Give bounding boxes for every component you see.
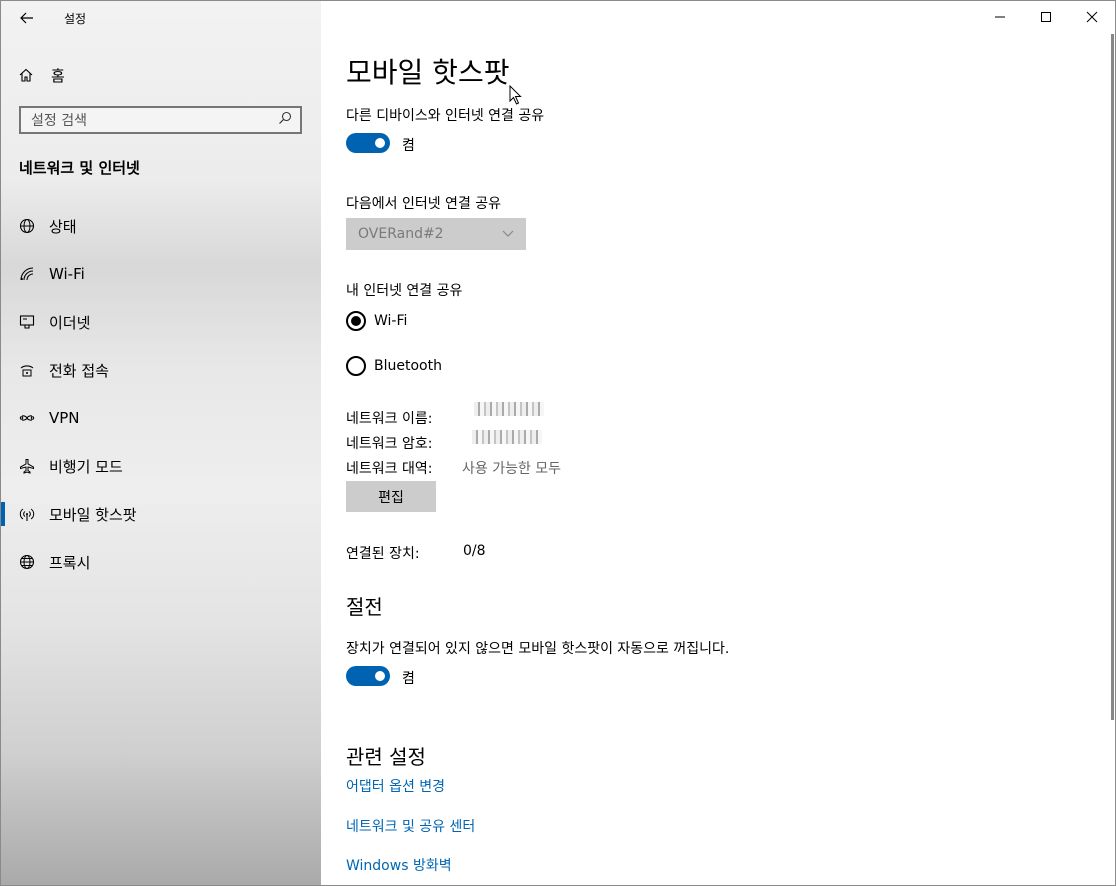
share-over-label: 내 인터넷 연결 공유 <box>346 283 463 299</box>
sidebar-item-airplane[interactable]: 비행기 모드 <box>1 446 321 486</box>
sidebar-item-label: 비행기 모드 <box>49 457 123 476</box>
app-title: 설정 <box>64 12 87 26</box>
sidebar-item-status[interactable]: 상태 <box>1 206 321 246</box>
scrollbar[interactable] <box>1111 34 1114 720</box>
related-settings-title: 관련 설정 <box>346 745 426 769</box>
network-name-value-redacted <box>474 402 544 416</box>
radio-bluetooth-label: Bluetooth <box>374 358 442 374</box>
share-from-label: 다음에서 인터넷 연결 공유 <box>346 196 502 212</box>
back-arrow-icon[interactable] <box>15 7 39 29</box>
share-from-dropdown[interactable]: OVERand#2 <box>346 218 526 250</box>
radio-wifi[interactable] <box>346 311 366 331</box>
network-band-label: 네트워크 대역: <box>346 461 433 477</box>
link-adapter-options[interactable]: 어댑터 옵션 변경 <box>346 776 445 796</box>
power-saving-desc: 장치가 연결되어 있지 않으면 모바일 핫스팟이 자동으로 꺼집니다. <box>346 641 730 657</box>
power-saving-title: 절전 <box>346 595 383 619</box>
sidebar-item-label: 상태 <box>49 217 77 236</box>
power-saving-toggle-state: 켬 <box>402 671 415 687</box>
search-placeholder: 설정 검색 <box>31 113 87 129</box>
hotspot-icon <box>18 505 36 523</box>
sidebar-item-wifi[interactable]: Wi-Fi <box>1 254 321 294</box>
search-icon <box>278 111 292 129</box>
link-network-sharing-center[interactable]: 네트워크 및 공유 센터 <box>346 816 475 836</box>
dialup-icon <box>18 361 36 379</box>
globe-proxy-icon <box>18 553 36 571</box>
link-windows-firewall[interactable]: Windows 방화벽 <box>346 855 452 875</box>
sidebar-item-label: 프록시 <box>49 553 91 572</box>
sidebar-item-dialup[interactable]: 전화 접속 <box>1 350 321 390</box>
radio-bluetooth[interactable] <box>346 356 366 376</box>
airplane-icon <box>18 457 36 475</box>
sidebar-item-vpn[interactable]: VPN <box>1 398 321 438</box>
sidebar-item-label: 이더넷 <box>49 313 91 332</box>
globe-status-icon <box>18 217 36 235</box>
connected-devices-value: 0/8 <box>463 543 486 559</box>
edit-button[interactable]: 편집 <box>346 481 436 512</box>
search-input[interactable]: 설정 검색 <box>19 106 302 134</box>
main-content: 모바일 핫스팟 다른 디바이스와 인터넷 연결 공유 켬 다음에서 인터넷 연결… <box>322 1 1115 885</box>
mouse-cursor-icon <box>509 84 523 109</box>
network-name-label: 네트워크 이름: <box>346 411 433 427</box>
vpn-icon <box>18 409 36 427</box>
network-password-value-redacted <box>472 430 542 444</box>
section-title: 네트워크 및 인터넷 <box>19 159 140 177</box>
sidebar-item-label: VPN <box>49 409 80 427</box>
wifi-icon <box>18 265 36 283</box>
sidebar-item-proxy[interactable]: 프록시 <box>1 542 321 582</box>
sidebar-item-label: 전화 접속 <box>49 361 109 380</box>
chevron-down-icon <box>502 226 514 242</box>
connected-devices-label: 연결된 장치: <box>346 546 420 562</box>
sidebar: 설정 홈 설정 검색 네트워크 및 인터넷 상태 Wi-Fi 이더넷 전화 접속… <box>1 1 321 885</box>
share-toggle[interactable] <box>346 133 390 153</box>
radio-wifi-label: Wi-Fi <box>374 313 408 329</box>
network-password-label: 네트워크 암호: <box>346 436 433 452</box>
sidebar-item-ethernet[interactable]: 이더넷 <box>1 302 321 342</box>
home-icon <box>19 68 35 82</box>
ethernet-icon <box>18 313 36 331</box>
share-from-value: OVERand#2 <box>358 226 444 242</box>
sidebar-item-label: 모바일 핫스팟 <box>49 505 137 524</box>
sidebar-item-label: Wi-Fi <box>49 265 85 283</box>
power-saving-toggle[interactable] <box>346 666 390 686</box>
sidebar-item-mobile-hotspot[interactable]: 모바일 핫스팟 <box>1 494 321 534</box>
settings-window: 설정 홈 설정 검색 네트워크 및 인터넷 상태 Wi-Fi 이더넷 전화 접속… <box>0 0 1116 886</box>
home-link[interactable]: 홈 <box>19 63 65 87</box>
share-toggle-state: 켬 <box>402 138 415 154</box>
page-title: 모바일 핫스팟 <box>346 56 510 89</box>
home-label: 홈 <box>51 66 65 85</box>
network-band-value: 사용 가능한 모두 <box>462 461 562 477</box>
